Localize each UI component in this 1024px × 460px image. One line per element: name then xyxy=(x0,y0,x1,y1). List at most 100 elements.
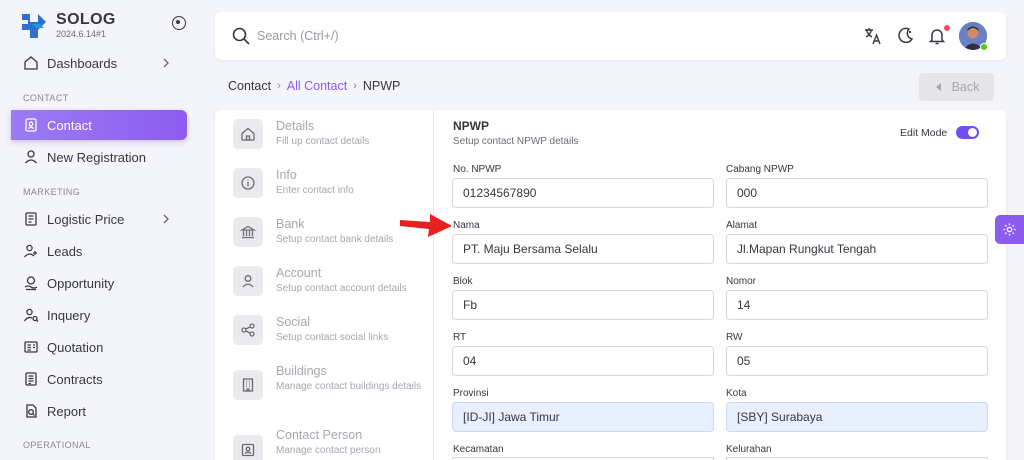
alamat-field[interactable]: Jl.Mapan Rungkut Tengah xyxy=(726,234,988,264)
nama-field[interactable]: PT. Maju Bersama Selalu xyxy=(452,234,714,264)
chevron-right-icon xyxy=(163,58,169,68)
search-input[interactable] xyxy=(257,26,557,46)
sidebar-item-report[interactable]: Report xyxy=(11,396,187,426)
brand-name: SOLOG xyxy=(56,11,116,28)
gear-icon xyxy=(1003,223,1016,236)
sidebar-item-inquery[interactable]: Inquery xyxy=(11,300,187,330)
nomor-label: Nomor xyxy=(726,276,757,287)
step-title: Buildings xyxy=(276,364,327,378)
kota-select[interactable]: [SBY] Surabaya xyxy=(726,402,988,432)
rt-label: RT xyxy=(453,332,467,343)
breadcrumb-separator-icon: › xyxy=(353,80,357,92)
sidebar-item-label: Contact xyxy=(47,117,92,133)
moon-icon[interactable] xyxy=(895,26,915,46)
contract-icon xyxy=(23,371,39,387)
provinsi-select[interactable]: [ID-JI] Jawa Timur xyxy=(452,402,714,432)
kota-label: Kota xyxy=(726,388,747,399)
no-npwp-label: No. NPWP xyxy=(453,164,502,175)
step-subtitle: Manage contact buildings details xyxy=(276,381,422,392)
breadcrumb-parent[interactable]: All Contact xyxy=(287,79,347,93)
search-icon[interactable] xyxy=(231,26,251,46)
step-bank[interactable]: Bank Setup contact bank details xyxy=(233,217,428,261)
section-label-marketing: MARKETING xyxy=(23,187,81,197)
caret-left-icon xyxy=(935,83,941,91)
sidebar-item-label: Logistic Price xyxy=(47,211,125,227)
provinsi-label: Provinsi xyxy=(453,388,489,399)
kelurahan-label: Kelurahan xyxy=(726,444,772,455)
chevron-right-icon xyxy=(163,214,169,224)
step-subtitle: Manage contact person xyxy=(276,445,381,456)
no-npwp-field[interactable]: 01234567890 xyxy=(452,178,714,208)
report-icon xyxy=(23,403,39,419)
brand-version: 2024.6.14#1 xyxy=(56,29,107,39)
sidebar-item-quotation[interactable]: Quotation xyxy=(11,332,187,362)
form-title: NPWP xyxy=(453,119,489,133)
top-bar xyxy=(215,12,1006,60)
section-label-operational: OPERATIONAL xyxy=(23,440,91,450)
step-title: Contact Person xyxy=(276,428,363,442)
stepper: Details Fill up contact details Info Ent… xyxy=(215,110,434,460)
section-label-contact: CONTACT xyxy=(23,93,69,103)
rw-field[interactable]: 05 xyxy=(726,346,988,376)
home-icon xyxy=(233,119,263,149)
step-title: Social xyxy=(276,315,311,329)
sidebar-item-label: Opportunity xyxy=(47,275,115,291)
step-info[interactable]: Info Enter contact info xyxy=(233,168,428,212)
sidebar-toggle-icon[interactable] xyxy=(172,16,186,30)
sidebar-item-label: Contracts xyxy=(47,371,103,387)
step-buildings[interactable]: Buildings Manage contact buildings detai… xyxy=(233,364,428,408)
contact-card-icon xyxy=(23,117,39,133)
sidebar-item-logistic-price[interactable]: Logistic Price xyxy=(11,204,187,234)
user-search-icon xyxy=(23,307,39,323)
sol-logo-icon xyxy=(22,14,46,38)
back-button-label: Back xyxy=(951,80,980,94)
sidebar-item-label: Inquery xyxy=(47,307,91,323)
translate-icon[interactable] xyxy=(863,26,883,46)
handshake-icon xyxy=(23,275,39,291)
blok-field[interactable]: Fb xyxy=(452,290,714,320)
edit-mode-toggle[interactable] xyxy=(956,126,979,139)
step-subtitle: Setup contact social links xyxy=(276,332,389,343)
sidebar-item-label: New Registration xyxy=(47,149,146,165)
sidebar-item-leads[interactable]: Leads xyxy=(11,236,187,266)
breadcrumb-separator-icon: › xyxy=(277,80,281,92)
brand[interactable]: SOLOG 2024.6.14#1 xyxy=(18,10,188,42)
sidebar-item-contracts[interactable]: Contracts xyxy=(11,364,187,394)
sidebar: SOLOG 2024.6.14#1 Dashboards CONTACT Con… xyxy=(0,0,198,460)
step-subtitle: Setup contact account details xyxy=(276,283,407,294)
sidebar-item-contact[interactable]: Contact xyxy=(11,110,187,140)
sidebar-item-new-registration[interactable]: New Registration xyxy=(11,142,187,172)
step-account[interactable]: Account Setup contact account details xyxy=(233,266,428,310)
step-title: Account xyxy=(276,266,322,280)
person-card-icon xyxy=(233,435,263,460)
step-social[interactable]: Social Setup contact social links xyxy=(233,315,428,359)
cabang-npwp-field[interactable]: 000 xyxy=(726,178,988,208)
sidebar-item-dashboards[interactable]: Dashboards xyxy=(11,48,187,78)
npwp-card: Details Fill up contact details Info Ent… xyxy=(215,110,1006,460)
step-subtitle: Enter contact info xyxy=(276,185,354,196)
nomor-field[interactable]: 14 xyxy=(726,290,988,320)
back-button[interactable]: Back xyxy=(919,73,994,101)
building-icon xyxy=(233,370,263,400)
blok-label: Blok xyxy=(453,276,473,287)
customizer-toggle[interactable] xyxy=(995,215,1024,244)
info-icon xyxy=(233,168,263,198)
online-status-dot xyxy=(980,43,988,51)
share-icon xyxy=(233,315,263,345)
rt-field[interactable]: 04 xyxy=(452,346,714,376)
rw-label: RW xyxy=(726,332,743,343)
breadcrumb-root[interactable]: Contact xyxy=(228,79,271,93)
user-icon xyxy=(233,266,263,296)
sidebar-item-label: Leads xyxy=(47,243,83,259)
sidebar-item-opportunity[interactable]: Opportunity xyxy=(11,268,187,298)
user-plus-icon xyxy=(23,243,39,259)
sidebar-item-label: Quotation xyxy=(47,339,104,355)
alamat-label: Alamat xyxy=(726,220,758,231)
breadcrumb-current: NPWP xyxy=(362,79,401,93)
home-icon xyxy=(23,55,39,71)
step-details[interactable]: Details Fill up contact details xyxy=(233,119,428,163)
sidebar-item-label: Dashboards xyxy=(47,55,118,71)
sidebar-item-label: Report xyxy=(47,403,87,419)
form-subtitle: Setup contact NPWP details xyxy=(453,136,579,147)
step-contact-person[interactable]: Contact Person Manage contact person xyxy=(233,428,428,460)
